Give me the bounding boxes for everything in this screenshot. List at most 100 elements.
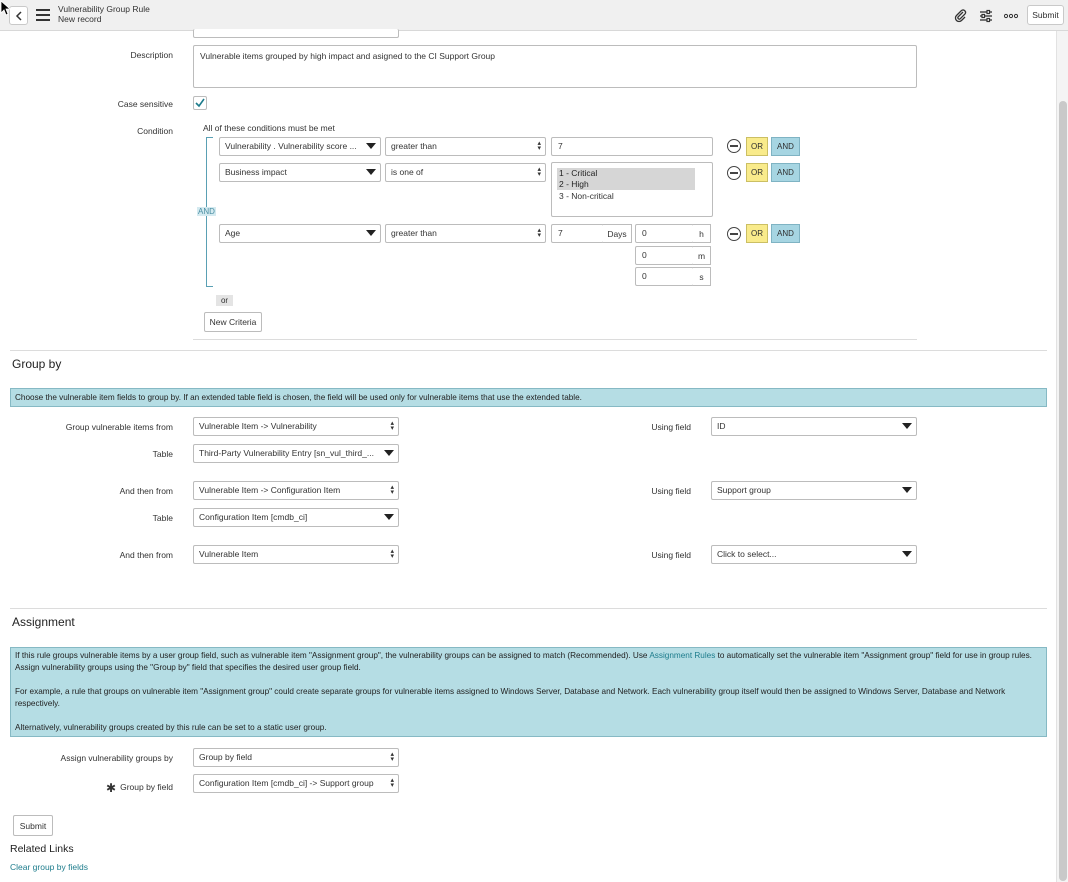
group-from-label: Group vulnerable items from	[65, 422, 173, 432]
vertical-scrollbar[interactable]	[1056, 31, 1068, 882]
context-menu-icon[interactable]	[36, 9, 50, 21]
assignment-rules-link[interactable]: Assignment Rules	[649, 651, 715, 660]
header-title-block: Vulnerability Group Rule New record	[58, 4, 150, 24]
header-submit-button[interactable]: Submit	[1027, 5, 1064, 25]
condition-3-field-select[interactable]: Age	[219, 224, 381, 243]
condition-1-or-button[interactable]: OR	[746, 137, 768, 156]
condition-1-operator-value: greater than	[391, 141, 437, 151]
table-select-2[interactable]: Configuration Item [cmdb_ci]	[193, 508, 399, 527]
description-label: Description	[130, 50, 173, 60]
condition-3-and-button[interactable]: AND	[771, 224, 800, 243]
using-field-label: Using field	[651, 486, 691, 496]
then-from-select-1[interactable]: Vulnerable Item -> Configuration Item ▴ ▾	[193, 481, 399, 500]
minutes-unit-label: m	[693, 246, 711, 265]
new-criteria-button[interactable]: New Criteria	[204, 312, 262, 332]
dropdown-arrow-icon	[384, 514, 394, 520]
condition-1-field-value: Vulnerability . Vulnerability score ...	[225, 141, 357, 151]
condition-2-and-button[interactable]: AND	[771, 163, 800, 182]
using-field-label: Using field	[651, 550, 691, 560]
table-value-1: Third-Party Vulnerability Entry [sn_vul_…	[199, 448, 374, 458]
and-connector-label: AND	[197, 207, 216, 216]
multiselect-option[interactable]: 2 - High	[557, 179, 695, 190]
condition-3-operator-value: greater than	[391, 228, 437, 238]
updown-arrows-icon: ▴ ▾	[537, 227, 541, 239]
info-p1-before: If this rule groups vulnerable items by …	[15, 651, 650, 660]
remove-condition-1-icon[interactable]	[727, 139, 741, 153]
group-by-title: Group by	[12, 357, 62, 371]
group-from-select[interactable]: Vulnerable Item -> Vulnerability ▴ ▾	[193, 417, 399, 436]
assignment-title: Assignment	[12, 615, 75, 629]
remove-condition-3-icon[interactable]	[727, 227, 741, 241]
minutes-input[interactable]: 0	[635, 246, 694, 265]
description-textarea[interactable]: Vulnerable items grouped by high impact …	[193, 45, 917, 88]
hours-input[interactable]: 0	[635, 224, 694, 243]
multiselect-option[interactable]: 3 - Non-critical	[557, 191, 695, 202]
then-from-value-1: Vulnerable Item -> Configuration Item	[199, 485, 341, 495]
dropdown-arrow-icon	[902, 487, 912, 493]
seconds-unit-label: s	[693, 267, 711, 286]
group-by-info: Choose the vulnerable item fields to gro…	[10, 388, 1047, 407]
group-by-field-label-wrap: ✱ Group by field	[20, 779, 173, 795]
form-header: Vulnerability Group Rule New record Subm…	[0, 0, 1068, 31]
using-field-label: Using field	[651, 422, 691, 432]
scrollbar-thumb[interactable]	[1059, 101, 1067, 881]
updown-arrows-icon: ▴ ▾	[537, 166, 541, 178]
clear-group-by-fields-link[interactable]: Clear group by fields	[10, 862, 88, 872]
section-divider	[10, 608, 1047, 609]
condition-3-value-input[interactable]: 7	[551, 224, 604, 243]
table-select-1[interactable]: Third-Party Vulnerability Entry [sn_vul_…	[193, 444, 399, 463]
updown-arrows-icon: ▴ ▾	[390, 751, 394, 763]
table-label: Table	[152, 513, 173, 523]
condition-1-value-input[interactable]: 7	[551, 137, 713, 156]
section-divider	[10, 350, 1047, 351]
dropdown-arrow-icon	[902, 551, 912, 557]
using-field-select-1[interactable]: ID	[711, 417, 917, 436]
case-sensitive-checkbox[interactable]	[193, 96, 207, 110]
then-from-select-2[interactable]: Vulnerable Item ▴ ▾	[193, 545, 399, 564]
settings-sliders-icon[interactable]	[978, 8, 994, 24]
then-from-value-2: Vulnerable Item	[199, 549, 259, 559]
condition-2-operator-value: is one of	[391, 167, 424, 177]
condition-3-or-button[interactable]: OR	[746, 224, 768, 243]
condition-2-or-button[interactable]: OR	[746, 163, 768, 182]
name-field-partial[interactable]	[193, 29, 399, 38]
group-by-field-select[interactable]: Configuration Item [cmdb_ci] -> Support …	[193, 774, 399, 793]
condition-3-operator-select[interactable]: greater than ▴ ▾	[385, 224, 546, 243]
using-field-select-2[interactable]: Support group	[711, 481, 917, 500]
updown-arrows-icon: ▴ ▾	[390, 484, 394, 496]
assignment-info: If this rule groups vulnerable items by …	[10, 647, 1047, 737]
record-subtitle: New record	[58, 13, 102, 24]
dropdown-arrow-icon	[366, 230, 376, 236]
condition-1-and-button[interactable]: AND	[771, 137, 800, 156]
using-field-value-2: Support group	[717, 485, 771, 495]
assign-by-label: Assign vulnerability groups by	[60, 753, 173, 763]
dropdown-arrow-icon	[384, 450, 394, 456]
seconds-input[interactable]: 0	[635, 267, 694, 286]
condition-1-operator-select[interactable]: greater than ▴ ▾	[385, 137, 546, 156]
submit-button[interactable]: Submit	[13, 815, 53, 836]
assign-by-select[interactable]: Group by field ▴ ▾	[193, 748, 399, 767]
more-options-icon[interactable]	[1003, 8, 1019, 24]
remove-condition-2-icon[interactable]	[727, 166, 741, 180]
condition-2-field-select[interactable]: Business impact	[219, 163, 381, 182]
attachment-icon[interactable]	[953, 8, 969, 24]
condition-1-field-select[interactable]: Vulnerability . Vulnerability score ...	[219, 137, 381, 156]
checkmark-icon	[195, 98, 205, 108]
related-links-title: Related Links	[10, 843, 74, 855]
condition-2-field-value: Business impact	[225, 167, 287, 177]
case-sensitive-label: Case sensitive	[117, 99, 173, 109]
group-by-field-label: Group by field	[120, 782, 173, 792]
updown-arrows-icon: ▴ ▾	[537, 140, 541, 152]
chevron-left-icon	[15, 10, 22, 21]
back-button[interactable]	[9, 6, 28, 25]
using-field-select-3[interactable]: Click to select...	[711, 545, 917, 564]
condition-2-operator-select[interactable]: is one of ▴ ▾	[385, 163, 546, 182]
multiselect-option[interactable]: 1 - Critical	[557, 168, 695, 179]
then-from-label: And then from	[119, 550, 173, 560]
updown-arrows-icon: ▴ ▾	[390, 777, 394, 789]
condition-2-multiselect[interactable]: 1 - Critical 2 - High 3 - Non-critical	[551, 162, 713, 217]
group-by-info-text: Choose the vulnerable item fields to gro…	[15, 393, 582, 402]
assignment-info-p3: Alternatively, vulnerability groups crea…	[15, 723, 327, 732]
table-value-2: Configuration Item [cmdb_ci]	[199, 512, 308, 522]
condition-label: Condition	[137, 126, 173, 136]
